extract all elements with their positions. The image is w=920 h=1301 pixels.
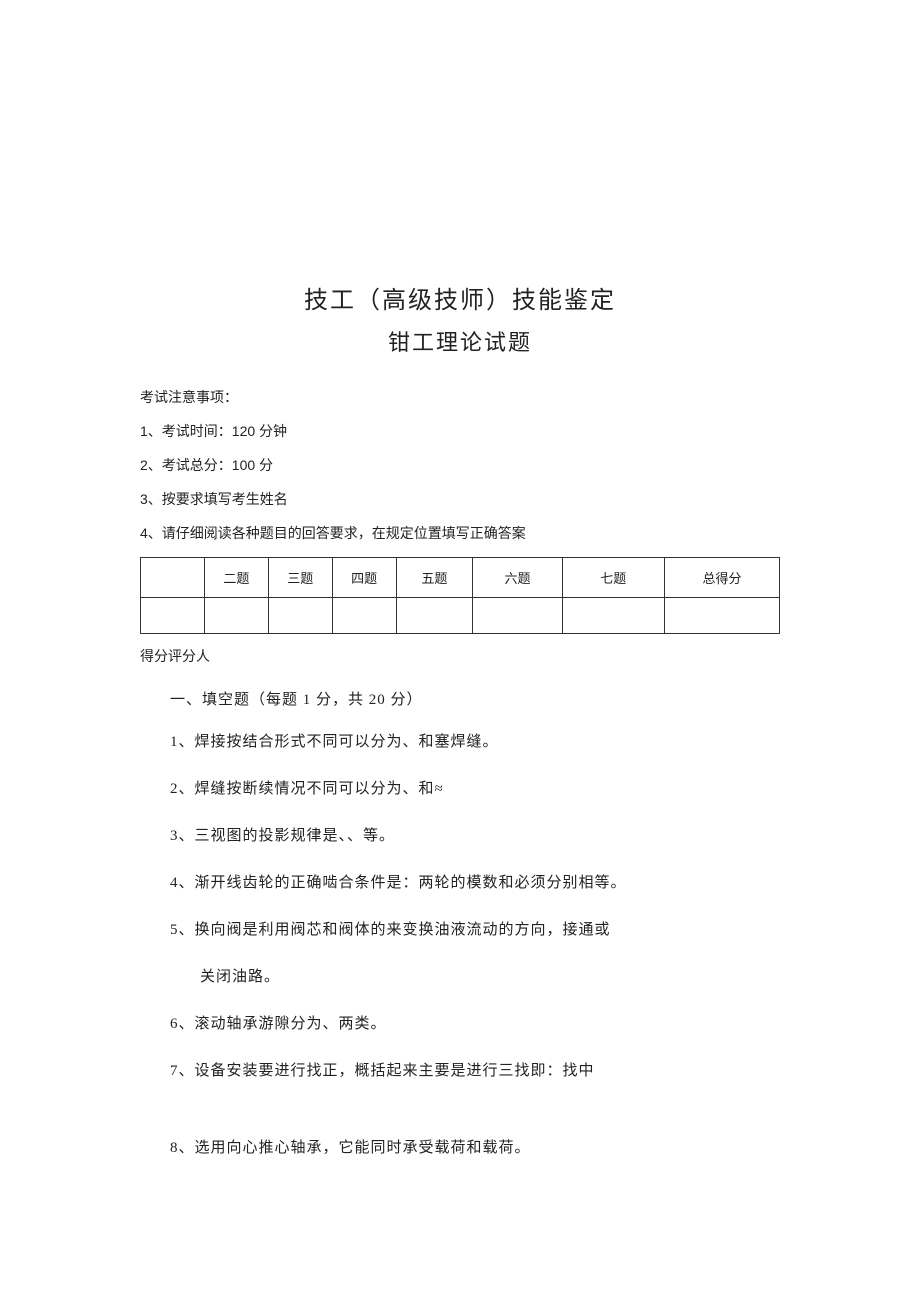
table-header [141,558,205,598]
table-header: 总得分 [664,558,779,598]
notice-item: 4、请仔细阅读各种题目的回答要求，在规定位置填写正确答案 [140,523,780,543]
document-title: 技工（高级技师）技能鉴定 [140,280,780,315]
table-cell [562,598,664,634]
question-item: 8、选用向心推心轴承，它能同时承受载荷和载荷。 [170,1135,780,1162]
table-header: 四题 [332,558,396,598]
question-item: 5、换向阀是利用阀芯和阀体的来变换油液流动的方向，接通或 [170,917,780,944]
question-item: 4、渐开线齿轮的正确啮合条件是：两轮的模数和必须分别相等。 [170,870,780,897]
notice-item: 3、按要求填写考生姓名 [140,489,780,509]
question-item: 1、焊接按结合形式不同可以分为、和塞焊缝。 [170,729,780,756]
table-cell [664,598,779,634]
question-item: 3、三视图的投影规律是、、等。 [170,823,780,850]
table-cell [332,598,396,634]
notice-item: 2、考试总分：100 分 [140,455,780,475]
score-footer: 得分评分人 [140,646,780,666]
table-header: 五题 [396,558,473,598]
table-cell [268,598,332,634]
table-cell [396,598,473,634]
section-title: 一、填空题（每题 1 分，共 20 分） [170,688,780,709]
question-item: 2、焊缝按断续情况不同可以分为、和≈ [170,776,780,803]
table-cell [141,598,205,634]
table-header: 三题 [268,558,332,598]
table-header: 七题 [562,558,664,598]
document-subtitle: 钳工理论试题 [140,325,780,357]
table-header: 六题 [473,558,562,598]
score-table: 二题 三题 四题 五题 六题 七题 总得分 [140,557,780,634]
notice-item: 1、考试时间：120 分钟 [140,421,780,441]
table-header: 二题 [204,558,268,598]
notice-header: 考试注意事项： [140,387,780,407]
question-continuation: 关闭油路。 [200,964,780,991]
table-header-row: 二题 三题 四题 五题 六题 七题 总得分 [141,558,780,598]
question-item: 6、滚动轴承游隙分为、两类。 [170,1011,780,1038]
table-row [141,598,780,634]
table-cell [204,598,268,634]
table-cell [473,598,562,634]
question-item: 7、设备安装要进行找正，概括起来主要是进行三找即：找中 [170,1058,780,1085]
